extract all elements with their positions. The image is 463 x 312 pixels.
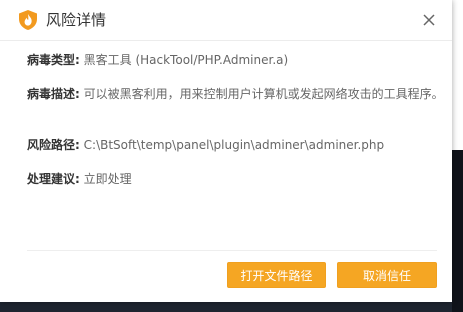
dialog-title: 风险详情 [46, 11, 107, 29]
dialog-titlebar: 风险详情 [0, 0, 452, 41]
cancel-trust-button[interactable]: 取消信任 [337, 262, 437, 288]
risk-path-label: 风险路径: [27, 138, 80, 152]
suggestion-label: 处理建议: [27, 172, 80, 186]
suggestion-value: 立即处理 [83, 172, 132, 186]
flame-shield-icon [19, 10, 37, 30]
background-window-edge [452, 0, 463, 150]
virus-type-value: 黑客工具 (HackTool/PHP.Adminer.a) [83, 53, 289, 67]
open-file-path-button[interactable]: 打开文件路径 [227, 262, 326, 288]
close-icon[interactable] [418, 9, 440, 31]
virus-desc-value: 可以被黑客利用，用来控制用户计算机或发起网络攻击的工具程序。 [83, 87, 444, 101]
virus-desc-row: 病毒描述: 可以被黑客利用，用来控制用户计算机或发起网络攻击的工具程序。 [27, 86, 447, 103]
risk-path-value: C:\BtSoft\temp\panel\plugin\adminer\admi… [83, 138, 385, 152]
risk-details-dialog: 风险详情 病毒类型: 黑客工具 (HackTool/PHP.Adminer.a)… [0, 0, 452, 302]
virus-desc-label: 病毒描述: [27, 87, 80, 101]
risk-path-row: 风险路径: C:\BtSoft\temp\panel\plugin\admine… [27, 137, 384, 154]
virus-type-row: 病毒类型: 黑客工具 (HackTool/PHP.Adminer.a) [27, 52, 288, 69]
suggestion-row: 处理建议: 立即处理 [27, 171, 132, 188]
virus-type-label: 病毒类型: [27, 53, 80, 67]
footer-divider [27, 250, 437, 251]
background-window [452, 0, 463, 312]
